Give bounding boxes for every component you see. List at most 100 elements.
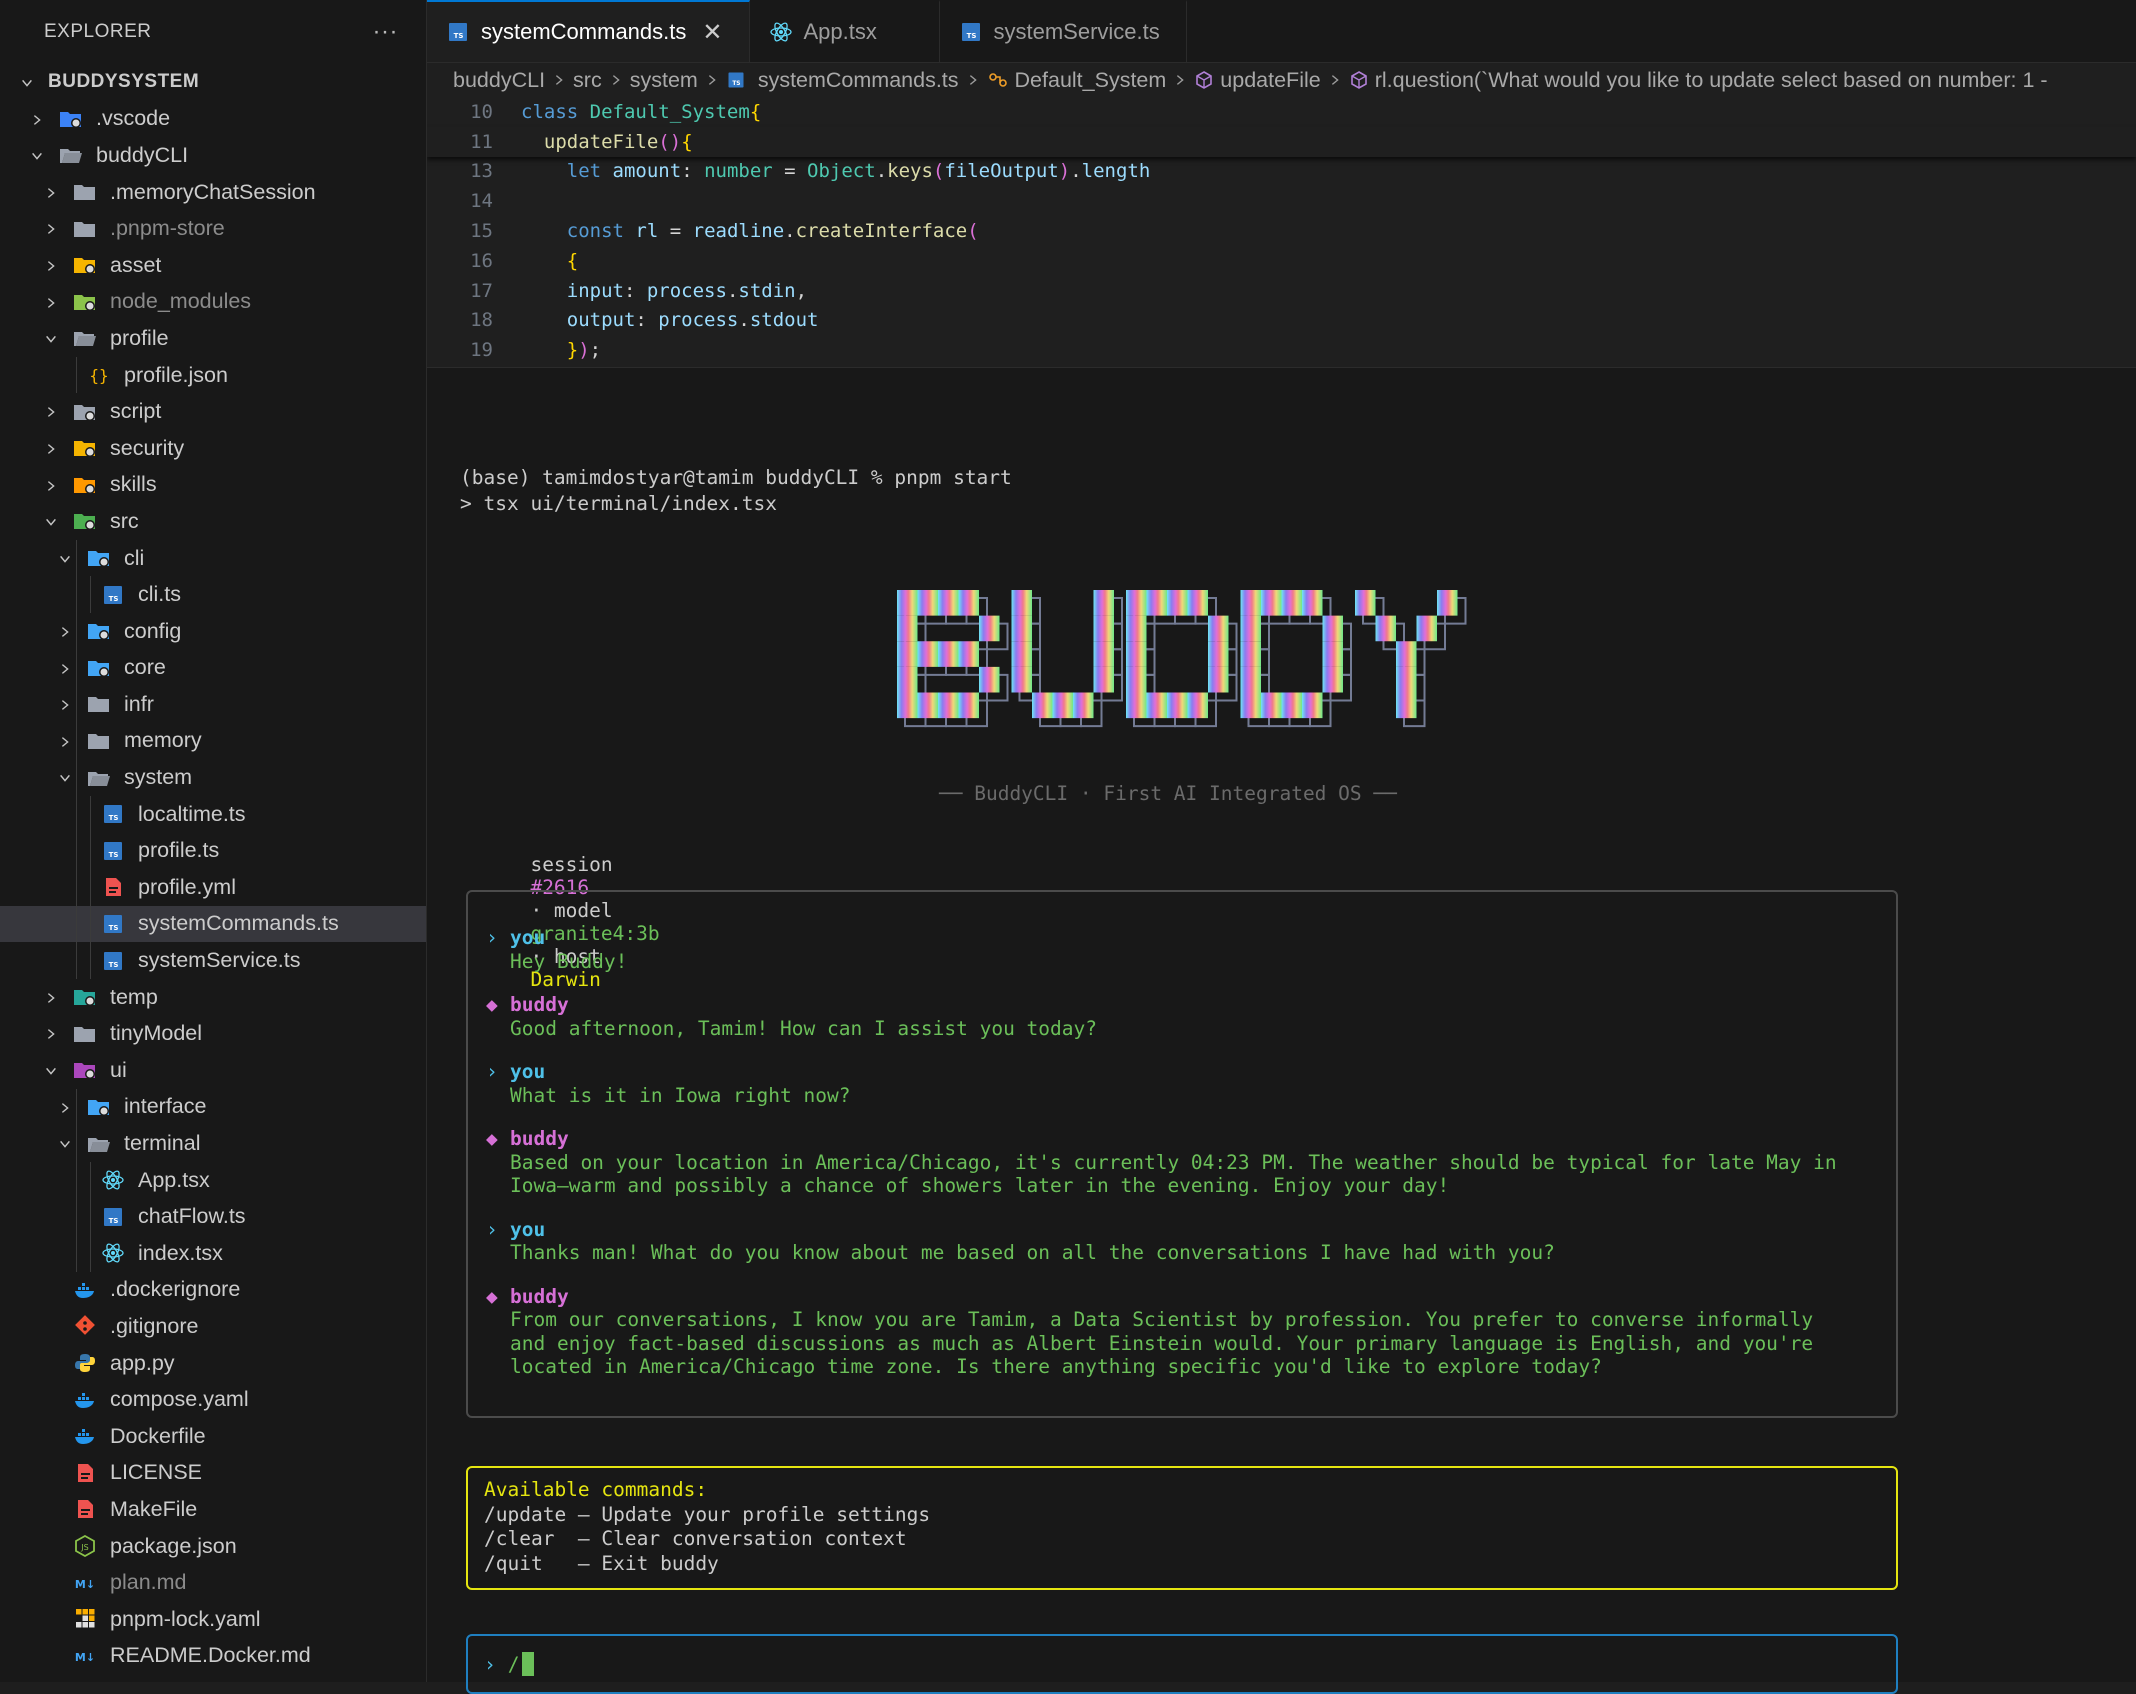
message-role: buddy (510, 993, 569, 1016)
workspace-root[interactable]: BUDDYSYSTEM (0, 64, 426, 101)
user-message: › you Thanks man! What do you know about m… (486, 1218, 1878, 1265)
terminal-panel[interactable]: (base) tamimdostyar@tamim buddyCLI % pnp… (427, 370, 2136, 1694)
tree-folder-ui[interactable]: ui (0, 1052, 426, 1089)
tree-folder-node-modules[interactable]: node_modules (0, 284, 426, 321)
logo-pixel (1146, 692, 1167, 719)
tree-file-app-tsx[interactable]: App.tsx (0, 1161, 426, 1199)
breadcrumb-item[interactable]: Default_System (987, 68, 1166, 93)
tree-file-package-json[interactable]: JS package.json (0, 1528, 426, 1565)
tree-file-app-py[interactable]: app.py (0, 1345, 426, 1382)
chevron-down-icon (42, 511, 60, 532)
chevron-down-icon (42, 1060, 60, 1081)
logo-pixel (1208, 641, 1229, 667)
tree-file-profile-json[interactable]: {} profile.json (0, 356, 426, 394)
editor-tab[interactable]: TS systemService.ts (940, 0, 1187, 62)
tree-folder-script[interactable]: script (0, 393, 426, 430)
tree-folder-skills[interactable]: skills (0, 467, 426, 504)
svg-text:TS: TS (109, 961, 119, 969)
tree-file-cli-ts[interactable]: TS cli.ts (0, 576, 426, 613)
tree-file-pnpm-lock-yaml[interactable]: pnpm-lock.yaml (0, 1601, 426, 1638)
tree-folder-asset[interactable]: asset (0, 247, 426, 284)
indent-guide (90, 795, 91, 833)
logo-pixel (1302, 590, 1323, 616)
tree-file-dockerignore[interactable]: .dockerignore (0, 1272, 426, 1309)
breadcrumb-item[interactable]: system (630, 68, 698, 93)
tree-file-dockerfile[interactable]: Dockerfile (0, 1418, 426, 1455)
tree-folder-profile[interactable]: profile (0, 320, 426, 357)
close-icon[interactable]: ✕ (702, 18, 722, 47)
prompt-chevron-icon: › (486, 1060, 498, 1083)
editor-tab[interactable]: App.tsx (750, 0, 940, 62)
indent-guide (90, 942, 91, 979)
tree-file-license[interactable]: LICENSE (0, 1455, 426, 1492)
tree-folder-terminal[interactable]: terminal (0, 1125, 426, 1162)
tree-folder-system[interactable]: system (0, 759, 426, 796)
chevron-right-icon (967, 68, 979, 93)
chevron-right-icon (42, 291, 60, 312)
diamond-icon: ◆ (486, 1127, 498, 1150)
message-role: you (510, 926, 546, 949)
logo-pixel (1375, 615, 1396, 642)
tree-file-systemcommands-ts[interactable]: TS systemCommands.ts (0, 905, 426, 943)
tree-folder-core[interactable]: core (0, 649, 426, 687)
tree-folder-temp[interactable]: temp (0, 979, 426, 1016)
tree-folder-cli[interactable]: cli (0, 539, 426, 577)
logo-pixel (979, 615, 1000, 642)
tree-file-chatflow-ts[interactable]: TS chatFlow.ts (0, 1198, 426, 1235)
command-item: /clear – Clear conversation context (484, 1527, 907, 1550)
breadcrumb-item[interactable]: TS systemCommands.ts (726, 68, 959, 93)
logo-pixel (938, 641, 959, 667)
breadcrumb-item[interactable]: updateFile (1194, 68, 1321, 93)
tree-folder-interface[interactable]: interface (0, 1088, 426, 1126)
tree-file-readme-docker-md[interactable]: M↓ README.Docker.md (0, 1638, 426, 1675)
session-label: session (530, 853, 613, 876)
logo-pixel (1126, 692, 1147, 719)
tree-folder-vscode[interactable]: .vscode (0, 101, 426, 138)
tree-file-profile-ts[interactable]: TS profile.ts (0, 832, 426, 870)
code-text: }); (566, 339, 602, 362)
ts-file-icon: TS (100, 840, 126, 862)
logo-pixel (938, 692, 959, 719)
docker-file-icon (72, 1425, 98, 1447)
tree-item-label: memory (124, 728, 202, 753)
editor-tab[interactable]: TS systemCommands.ts ✕ (427, 0, 750, 62)
indent-guide (76, 722, 77, 760)
tree-folder-buddycli[interactable]: buddyCLI (0, 137, 426, 174)
message-role: buddy (510, 1127, 569, 1150)
ts-file-icon: TS (100, 803, 126, 825)
tree-folder-security[interactable]: security (0, 430, 426, 467)
tree-file-compose-yaml[interactable]: compose.yaml (0, 1381, 426, 1418)
tree-file-profile-yml[interactable]: profile.yml (0, 869, 426, 906)
tree-folder-config[interactable]: config (0, 612, 426, 650)
tree-folder-tinymodel[interactable]: tinyModel (0, 1015, 426, 1052)
tree-file-plan-md[interactable]: M↓ plan.md (0, 1564, 426, 1601)
tree-folder-memory[interactable]: memory (0, 722, 426, 760)
breadcrumb-item[interactable]: src (573, 68, 602, 93)
app-subtitle: ── BuddyCLI · First AI Integrated OS ── (939, 782, 1397, 805)
chevron-right-icon (56, 730, 74, 751)
editor-tabs: TS systemCommands.ts ✕ App.tsx TS systemServi… (427, 0, 2136, 63)
breadcrumb-item[interactable]: rl.question(`What would you like to upda… (1349, 68, 2048, 93)
svg-text:TS: TS (966, 32, 976, 40)
tree-folder-src[interactable]: src (0, 503, 426, 540)
tree-file-makefile[interactable]: MakeFile (0, 1491, 426, 1528)
tree-file-localtime-ts[interactable]: TS localtime.ts (0, 795, 426, 833)
chevron-down-icon (28, 145, 46, 166)
chat-input[interactable]: › / (466, 1634, 1898, 1694)
asset-folder-icon (72, 254, 98, 276)
tree-file-index-tsx[interactable]: index.tsx (0, 1235, 426, 1272)
ui-folder-icon (72, 1059, 98, 1081)
tree-file-gitignore[interactable]: .gitignore (0, 1308, 426, 1345)
svg-text:JS: JS (80, 1543, 88, 1552)
tree-file-systemservice-ts[interactable]: TS systemService.ts (0, 942, 426, 979)
tree-item-label: security (110, 435, 185, 460)
breadcrumb-item[interactable]: buddyCLI (453, 68, 545, 93)
more-actions-icon[interactable]: ··· (373, 18, 398, 46)
assistant-message: ◆ buddy From our conversations, I know you… (486, 1285, 1878, 1379)
tree-folder-infr[interactable]: infr (0, 686, 426, 723)
tree-folder-pnpm-store[interactable]: .pnpm-store (0, 210, 426, 247)
tree-item-label: infr (124, 691, 154, 716)
tree-folder-memorychatsession[interactable]: .memoryChatSession (0, 174, 426, 211)
svg-text:TS: TS (454, 32, 464, 40)
code-editor[interactable]: 10 class Default_System{11 updateFile(){1… (427, 97, 2136, 368)
